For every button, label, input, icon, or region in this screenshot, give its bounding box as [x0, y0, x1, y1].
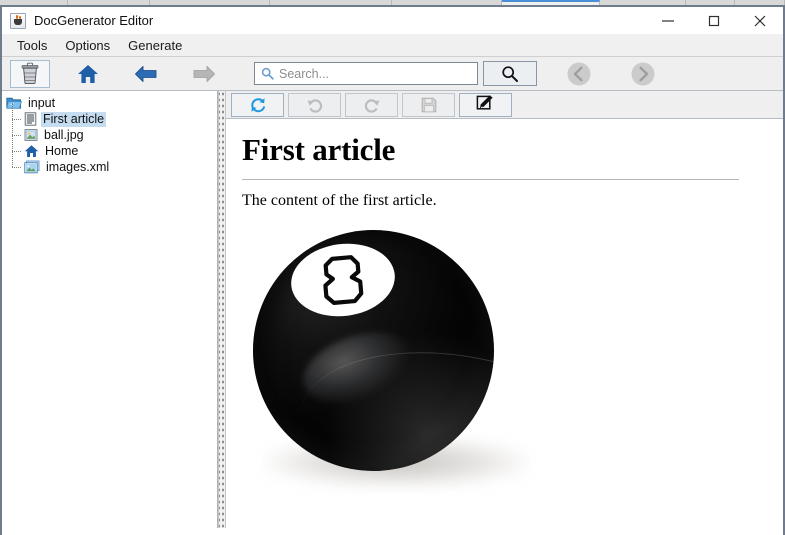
arrow-left-icon [135, 65, 157, 82]
nav-forward-button [627, 58, 659, 90]
arrow-right-icon [193, 65, 215, 82]
tree-elbow [12, 151, 21, 152]
close-icon [754, 15, 766, 26]
maximize-button[interactable] [691, 7, 737, 34]
search-button[interactable] [483, 61, 537, 86]
tree-vline [12, 103, 13, 119]
home-icon [78, 64, 98, 83]
edit-icon [476, 95, 493, 110]
redo-button [345, 92, 398, 117]
save-button [402, 92, 455, 117]
minimize-icon [662, 19, 674, 22]
window-title: DocGenerator Editor [34, 13, 154, 28]
images-xml-icon [24, 160, 40, 174]
tree-node-label: images.xml [46, 159, 110, 174]
minimize-button[interactable] [645, 7, 691, 34]
tree-vline [12, 135, 13, 151]
page-title: First article [242, 132, 396, 167]
article-paragraph: The content of the first article. [242, 192, 437, 210]
forward-button [184, 60, 224, 88]
java-cup-icon [10, 12, 26, 29]
undo-icon [307, 98, 322, 113]
magnifier-icon [502, 65, 518, 82]
title-divider [242, 179, 739, 181]
close-button[interactable] [737, 7, 783, 34]
tree-elbow [12, 167, 21, 168]
tree-node-input[interactable]: input [2, 95, 217, 111]
tree-node-ball-jpg[interactable]: ball.jpg [2, 119, 217, 143]
circle-back-icon [567, 62, 591, 85]
search-input[interactable] [279, 66, 477, 81]
search-icon [261, 67, 274, 80]
menu-item-tools[interactable]: Tools [8, 36, 56, 55]
tree-node-first-article[interactable]: First article [2, 103, 217, 127]
folder-open-icon [6, 97, 22, 109]
image-file-icon [24, 129, 38, 141]
search-area [254, 61, 537, 86]
tree-elbow [12, 135, 21, 136]
splitter-handle[interactable] [218, 91, 226, 528]
application-window: DocGenerator Editor Tools Options Genera… [0, 5, 785, 535]
main-toolbar [2, 57, 783, 91]
undo-button [288, 92, 341, 117]
window-controls [645, 7, 783, 34]
content-panel: First article The content of the first a… [226, 91, 783, 528]
split-pane: input First article ball.jpg Home images… [2, 91, 783, 528]
trash-button[interactable] [10, 59, 50, 88]
document-view: First article The content of the first a… [226, 119, 783, 528]
tree-node-label: Home [45, 143, 79, 158]
title-bar: DocGenerator Editor [2, 7, 783, 34]
tree-node-label: input [28, 95, 56, 110]
home-icon [24, 145, 39, 157]
trash-icon [21, 62, 39, 84]
tree-node-label: ball.jpg [44, 127, 84, 142]
tree-node-label: First article [41, 111, 107, 127]
file-tree-panel[interactable]: input First article ball.jpg Home images… [2, 91, 218, 528]
article-icon [24, 112, 37, 126]
edit-button[interactable] [459, 92, 512, 117]
redo-icon [364, 98, 379, 113]
ball-sphere [253, 229, 494, 471]
content-toolbar [226, 91, 783, 119]
maximize-icon [708, 15, 720, 26]
tree-elbow [12, 119, 21, 120]
circle-forward-icon [631, 62, 655, 85]
menu-item-options[interactable]: Options [56, 36, 119, 55]
tree-vline [12, 119, 13, 135]
magic-eight-ball-image [246, 222, 546, 522]
nav-back-button [563, 58, 595, 90]
save-icon [421, 97, 436, 112]
refresh-icon [250, 97, 265, 112]
home-button[interactable] [68, 60, 108, 88]
digit-eight-icon [323, 255, 364, 305]
menu-item-generate[interactable]: Generate [119, 36, 191, 55]
search-field[interactable] [254, 62, 478, 85]
refresh-button[interactable] [231, 92, 284, 117]
menu-bar: Tools Options Generate [2, 34, 783, 57]
back-button[interactable] [126, 60, 166, 88]
tree-vline [12, 151, 13, 167]
tree-node-images-xml[interactable]: images.xml [2, 151, 217, 175]
tree-node-home[interactable]: Home [2, 135, 217, 159]
